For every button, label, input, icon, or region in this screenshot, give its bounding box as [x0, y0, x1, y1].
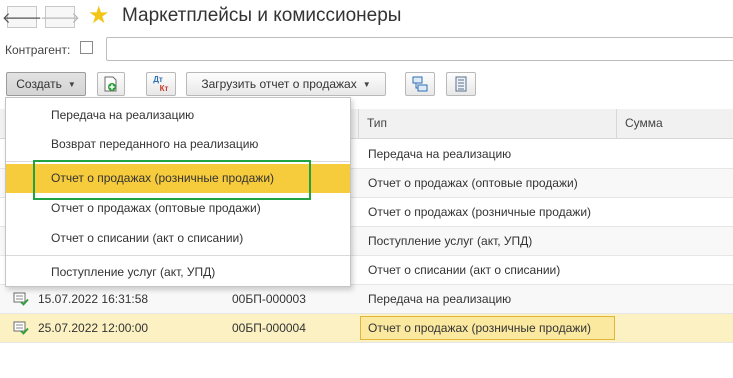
counterparty-checkbox[interactable] [80, 41, 93, 54]
number-cell: 00БП-000004 [232, 321, 306, 335]
list-icon [455, 76, 467, 92]
add-from-copy-button[interactable] [97, 72, 125, 96]
type-cell: Передача на реализацию [368, 147, 512, 161]
counterparty-input[interactable] [106, 37, 733, 61]
favorite-star-icon[interactable]: ★ [88, 3, 110, 29]
highlight-annotation-frame [33, 160, 311, 200]
type-cell: Отчет о списании (акт о списании) [368, 263, 561, 277]
dt-kt-icon-bottom: Кт [159, 84, 169, 93]
page-title: Маркетплейсы и комиссионеры [122, 5, 402, 26]
dt-kt-button[interactable]: Дт Кт [146, 72, 176, 96]
date-cell: 25.07.2022 12:00:00 [38, 321, 149, 335]
type-cell: Передача на реализацию [368, 292, 512, 306]
chevron-down-icon: ▼ [362, 79, 371, 89]
type-cell: Поступление услуг (акт, УПД) [368, 234, 533, 248]
type-cell: Отчет о продажах (оптовые продажи) [368, 176, 578, 190]
posted-document-icon [13, 292, 29, 306]
menu-item-return-transferred[interactable]: Возврат переданного на реализацию [6, 130, 350, 159]
load-sales-report-button[interactable]: Загрузить отчет о продажах ▼ [186, 72, 386, 96]
dt-kt-icon-top: Дт [153, 75, 163, 84]
column-header-amount[interactable]: Сумма [616, 109, 733, 138]
load-sales-report-label: Загрузить отчет о продажах [201, 77, 357, 91]
menu-item-transfer-for-sale[interactable]: Передача на реализацию [6, 101, 350, 130]
structure-button[interactable] [405, 72, 435, 96]
posted-document-icon [13, 321, 29, 335]
number-cell: 00БП-000003 [232, 292, 306, 306]
type-cell: Отчет о продажах (розничные продажи) [368, 205, 592, 219]
date-cell: 15.07.2022 16:31:58 [38, 292, 149, 306]
table-row[interactable]: 15.07.2022 16:31:58 00БП-000003 Передача… [0, 285, 733, 314]
create-button-label: Создать [16, 77, 62, 91]
document-add-icon [104, 76, 117, 92]
arrow-right-icon: 🡒 [39, 9, 81, 27]
menu-item-write-off-report[interactable]: Отчет о списании (акт о списании) [6, 224, 350, 253]
menu-item-services-receipt[interactable]: Поступление услуг (акт, УПД) [6, 258, 350, 287]
chevron-down-icon: ▼ [67, 79, 76, 89]
forward-button[interactable]: 🡒 [40, 6, 80, 28]
menu-divider [6, 255, 350, 256]
structure-icon [412, 76, 428, 92]
list-settings-button[interactable] [446, 72, 476, 96]
arrow-left-icon: 🡐 [1, 9, 43, 27]
table-row-selected[interactable]: 25.07.2022 12:00:00 00БП-000004 Отчет о … [0, 314, 733, 343]
back-button[interactable]: 🡐 [2, 6, 42, 28]
counterparty-label: Контрагент: [5, 43, 71, 57]
column-header-type[interactable]: Тип [358, 109, 616, 138]
create-button[interactable]: Создать ▼ [6, 72, 86, 96]
type-cell: Отчет о продажах (розничные продажи) [368, 321, 592, 335]
